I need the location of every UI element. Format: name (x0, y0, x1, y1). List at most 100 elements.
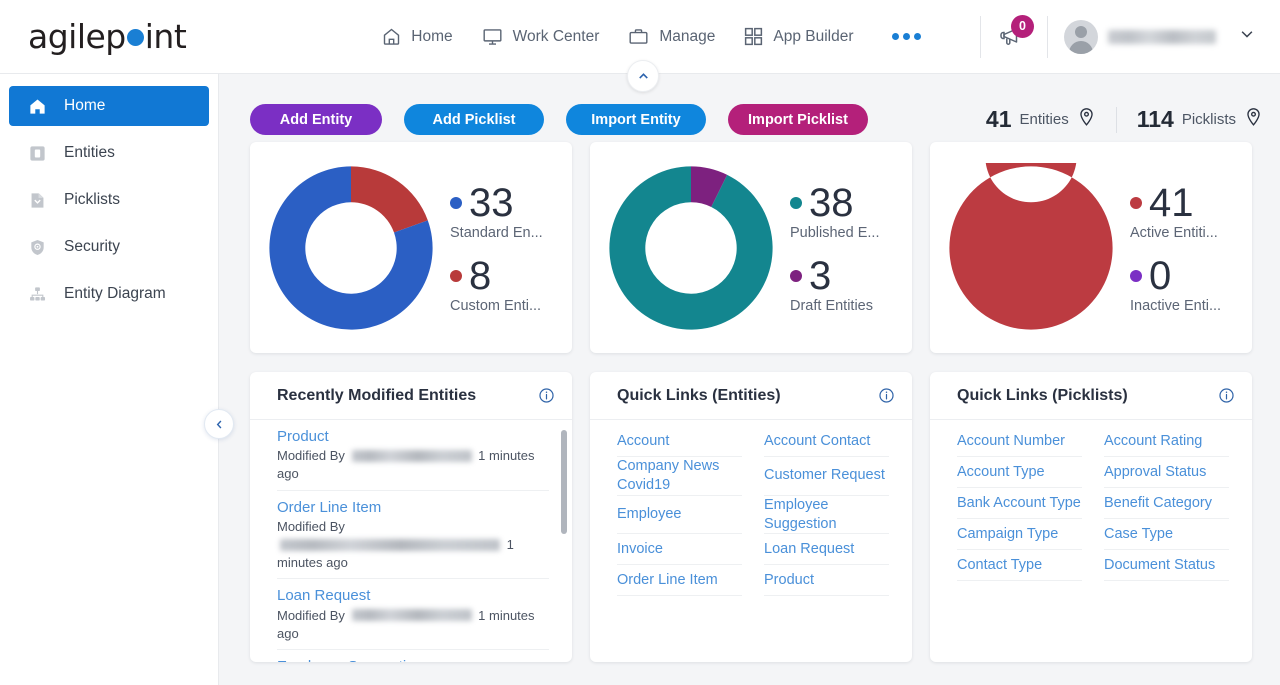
entity-link[interactable]: Order Line Item (277, 498, 549, 518)
entity-link[interactable]: Loan Request (277, 586, 549, 606)
quick-link[interactable]: Loan Request (764, 540, 854, 559)
sidebar-item-security-label: Security (64, 238, 120, 255)
grid-icon (743, 26, 764, 47)
quick-link-cell: Employee (617, 496, 742, 535)
quick-link[interactable]: Employee (617, 505, 681, 524)
quick-link[interactable]: Contact Type (957, 556, 1042, 575)
modified-by-user-redacted (351, 450, 472, 463)
info-icon[interactable] (1218, 387, 1235, 404)
sidebar-item-entity-diagram[interactable]: Entity Diagram (9, 274, 209, 314)
header-collapse-toggle[interactable] (627, 60, 659, 92)
sidebar-collapse-toggle[interactable] (204, 409, 234, 439)
info-icon[interactable] (878, 387, 895, 404)
sidebar-item-picklists[interactable]: Picklists (9, 180, 209, 220)
quick-link[interactable]: Account Rating (1104, 432, 1202, 451)
legend-color-dot (790, 269, 802, 282)
entities-counter[interactable]: 41 Entities (986, 106, 1096, 133)
quick-link[interactable]: Customer Request (764, 466, 885, 485)
donut-chart-published-draft (609, 165, 773, 330)
quick-link-cell: Customer Request (764, 457, 889, 496)
donut-chart-standard-custom (269, 165, 433, 330)
picklists-counter[interactable]: 114 Picklists (1137, 106, 1263, 133)
action-toolbar: Add Entity Add Picklist Import Entity Im… (219, 74, 1280, 142)
panel-body: Account Account Contact Company News Covid… (590, 420, 912, 662)
quick-link[interactable]: Campaign Type (957, 525, 1058, 544)
panel-header: Recently Modified Entities (250, 372, 572, 420)
legend-label: Draft Entities (790, 297, 873, 314)
quick-link[interactable]: Employee Suggestion (764, 496, 889, 534)
nav-more-button[interactable] (891, 33, 921, 40)
logo-text-first: agilep (28, 17, 126, 56)
chevron-down-icon[interactable] (1238, 25, 1256, 48)
legend-row: 8 (450, 255, 543, 297)
panel-header: Quick Links (Picklists) (930, 372, 1252, 420)
quick-link[interactable]: Invoice (617, 540, 663, 559)
quick-link-cell: Benefit Category (1104, 488, 1229, 519)
panel-title: Quick Links (Picklists) (957, 386, 1128, 404)
nav-item-work-center-label: Work Center (512, 27, 600, 45)
quick-link[interactable]: Case Type (1104, 525, 1173, 544)
avatar[interactable] (1064, 19, 1098, 54)
scrollbar-thumb[interactable] (561, 430, 567, 534)
nav-item-manage-label: Manage (659, 27, 716, 45)
legend-row: 41 (1130, 182, 1221, 224)
quick-link[interactable]: Document Status (1104, 556, 1215, 575)
quick-link[interactable]: Account Type (957, 463, 1045, 482)
nav-item-app-builder[interactable]: App Builder (743, 26, 854, 47)
quick-link-cell: Campaign Type (957, 519, 1082, 550)
quick-link[interactable]: Order Line Item (617, 571, 718, 590)
agilepoint-logo[interactable]: agilep int (28, 17, 187, 56)
legend-value: 33 (469, 180, 514, 225)
legend-value: 8 (469, 253, 492, 298)
quick-link[interactable]: Approval Status (1104, 463, 1206, 482)
add-picklist-button[interactable]: Add Picklist (404, 104, 544, 135)
donut-chart-active-inactive (949, 162, 1113, 330)
location-pin-icon[interactable] (1077, 106, 1096, 133)
shield-icon (26, 238, 48, 257)
sidebar-item-security[interactable]: Security (9, 227, 209, 267)
quick-link[interactable]: Account (617, 432, 669, 451)
legend-value: 0 (1149, 253, 1172, 298)
legend-label: Inactive Enti... (1130, 297, 1222, 314)
quick-link[interactable]: Account Contact (764, 432, 870, 451)
add-entity-button[interactable]: Add Entity (250, 104, 382, 135)
list-item: Product Modified By 1 minutes ago (277, 420, 549, 491)
list-item: Order Line Item Modified By 1 minutes ago (277, 491, 549, 580)
import-entity-button[interactable]: Import Entity (566, 104, 706, 135)
charts-row: 33 Standard En... 8 Custom Enti... 38 Pu… (219, 142, 1280, 353)
legend-row: 3 (790, 255, 879, 297)
home-icon (381, 26, 402, 47)
entity-link[interactable]: Employee Suggestion (277, 657, 549, 662)
sidebar-item-entities[interactable]: Entities (9, 133, 209, 173)
quick-link[interactable]: Account Number (957, 432, 1065, 451)
donut-slice (949, 162, 1113, 330)
nav-item-work-center[interactable]: Work Center (481, 26, 600, 47)
quick-link-cell: Company News Covid19 (617, 457, 742, 496)
scrollbar[interactable] (561, 430, 567, 662)
diagram-icon (26, 285, 48, 304)
nav-item-manage[interactable]: Manage (627, 26, 715, 47)
chart-card-standard-custom: 33 Standard En... 8 Custom Enti... (250, 142, 572, 353)
import-picklist-button[interactable]: Import Picklist (728, 104, 868, 135)
header-divider (980, 15, 981, 58)
panels-row: Recently Modified Entities Product Modifi… (219, 372, 1280, 662)
sidebar-item-picklists-label: Picklists (64, 191, 120, 208)
sidebar-item-home[interactable]: Home (9, 86, 209, 126)
quick-link[interactable]: Product (764, 571, 814, 590)
list-item: Employee SuggestionModified By 1 minutes… (277, 650, 549, 662)
quick-link[interactable]: Bank Account Type (957, 494, 1081, 513)
quick-link[interactable]: Company News Covid19 (617, 457, 742, 495)
briefcase-icon (627, 26, 650, 47)
quick-link-cell: Product (764, 565, 889, 597)
list-item: Loan Request Modified By 1 minutes ago (277, 579, 549, 651)
more-dot-icon (891, 33, 899, 40)
modified-by-label: Modified By (277, 607, 349, 623)
quick-link[interactable]: Benefit Category (1104, 494, 1212, 513)
announcements-button[interactable]: 0 (997, 14, 1034, 57)
info-icon[interactable] (538, 387, 555, 404)
location-pin-icon[interactable] (1244, 106, 1263, 133)
nav-item-home[interactable]: Home (381, 26, 453, 47)
entity-link[interactable]: Product (277, 427, 549, 447)
monitor-icon (481, 26, 504, 47)
megaphone-icon (997, 27, 1029, 57)
